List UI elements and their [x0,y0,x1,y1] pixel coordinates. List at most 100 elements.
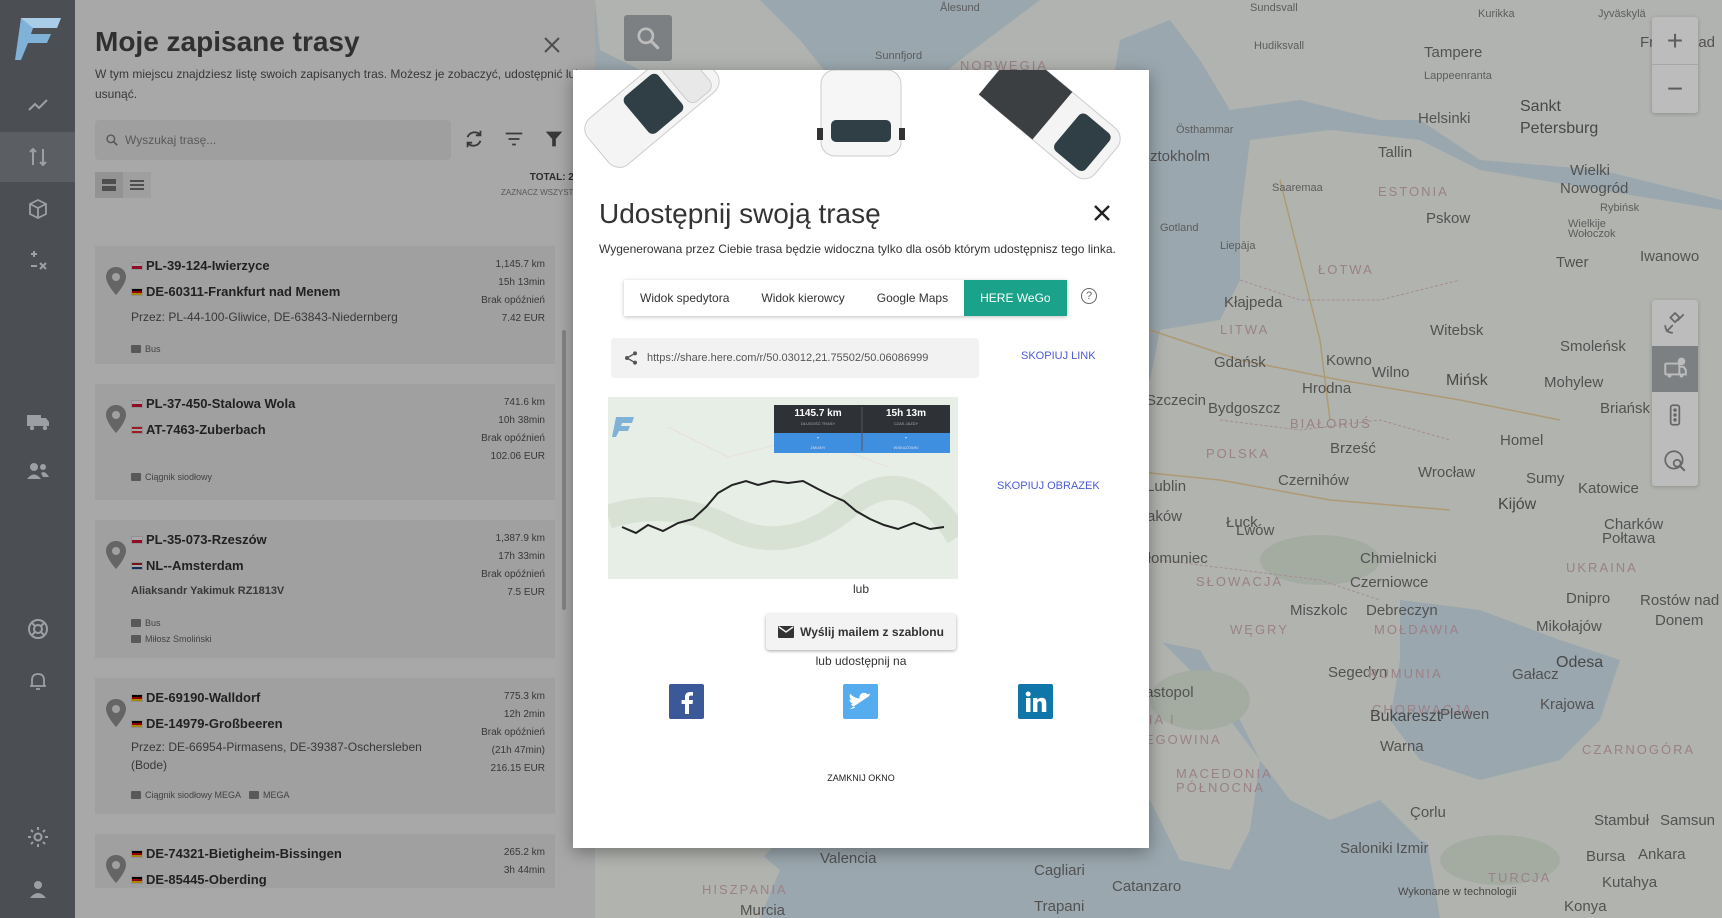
sort-button[interactable] [503,128,525,155]
route-cost: 7.5 EUR [507,587,545,598]
driver-card-icon [131,635,141,643]
filter-button[interactable] [543,128,565,155]
nav-item-cargo[interactable] [0,184,75,234]
copy-link-button[interactable]: SKOPIUJ LINK [1021,350,1096,362]
card-view-button[interactable] [95,172,123,198]
route-card[interactable]: PL-35-073-Rzeszów NL--Amsterdam Aliaksan… [95,520,555,658]
flag-pl-icon [131,399,143,408]
truck-icon [26,415,49,431]
route-icon [28,147,47,167]
truck-icon [131,473,141,481]
truck-icon [131,345,141,353]
route-origin: PL-35-073-Rzeszów [146,532,267,547]
nav-item-profile[interactable] [0,864,75,914]
route-card[interactable]: PL-39-124-Iwierzyce DE-60311-Frankfurt n… [95,246,555,364]
mail-icon [778,626,795,638]
nav-item-analytics[interactable] [0,80,75,130]
twitter-share-button[interactable] [843,684,878,719]
flag-pl-icon [131,535,143,544]
trucks-hero-image [573,70,1149,180]
route-stats: 265.2 km 3h 44min [504,844,545,880]
panel-title: Moje zapisane trasy [95,26,360,57]
preview-distance: 1145.7 km [794,408,842,419]
close-window-button[interactable]: ZAMKNIJ OKNO [573,773,1149,783]
flag-de-icon [131,287,143,296]
card-view-icon [102,179,116,191]
list-view-icon [130,180,144,190]
route-duration: 10h 38min [498,415,545,426]
tab-here-wego[interactable]: HERE WeGo [964,280,1067,316]
location-pin-icon [106,267,126,295]
list-view-button[interactable] [123,172,151,198]
preview-changes-label: ZMIANY [810,445,826,450]
nav-item-notifications[interactable] [0,656,75,706]
user-icon [29,881,46,898]
route-card[interactable]: DE-74321-Bietigheim-Bissingen DE-85445-O… [95,834,555,888]
truck-icon [131,619,141,627]
or-label: lub [852,582,869,596]
flag-at-icon [131,425,143,434]
flag-de-icon [131,693,143,702]
panel-description: W tym miejscu znajdziesz listę swoich za… [95,67,582,101]
route-cost: 7.42 EUR [501,313,545,324]
share-icon [625,351,637,365]
modal-close-button[interactable] [1093,198,1111,229]
route-search-input[interactable] [125,133,405,147]
gear-icon [27,827,48,847]
modal-subtitle: Wygenerowana przez Ciebie trasa będzie w… [599,242,1116,256]
route-delay: Brak opóźnień [481,569,545,580]
vehicle-type: Bus [145,344,161,354]
vehicle-type: Ciągnik siodłowy MEGA [145,790,242,800]
nav-item-routes[interactable] [0,132,75,182]
refresh-button[interactable] [463,128,485,155]
tab-driver-view[interactable]: Widok kierowcy [745,280,861,316]
route-driver-vehicle: Aliaksandr Yakimuk RZ1813V [131,585,285,597]
tab-forwarder-view[interactable]: Widok spedytora [624,280,746,316]
preview-time: 15h 13m [885,408,927,419]
share-link-field[interactable]: https://share.here.com/r/50.03012,21.755… [611,338,979,378]
nav-item-calculator[interactable] [0,236,75,286]
nav-item-drivers[interactable] [0,446,75,496]
route-distance: 1,387.9 km [495,533,545,544]
trend-chart-icon [27,99,48,111]
modal-title: Udostępnij swoją trasę [599,198,881,229]
copy-image-button[interactable]: SKOPIUJ OBRAZEK [997,480,1100,492]
preview-hints-label: WSKAZÓWKI [893,445,919,450]
facebook-share-button[interactable] [669,684,704,719]
nav-item-settings[interactable] [0,812,75,862]
location-pin-icon [106,699,126,727]
preview-distance-label: DŁUGOŚĆ TRASY [800,421,836,426]
route-delay: Brak opóźnień [481,727,545,738]
route-duration: 17h 33min [498,551,545,562]
flag-de-icon [131,875,143,884]
route-cost: 102.06 EUR [490,451,545,462]
close-icon [1094,205,1110,221]
route-stats: 1,145.7 km 15h 13min Brak opóźnień 7.42 … [481,256,545,328]
users-icon [26,463,49,479]
send-email-button[interactable]: Wyślij mailem z szablonu [766,614,956,650]
lifebuoy-icon [27,619,48,639]
route-destination: DE-85445-Oberding [146,872,267,887]
share-link-url: https://share.here.com/r/50.03012,21.755… [647,352,929,364]
nav-item-support[interactable] [0,604,75,654]
routes-scrollbar[interactable] [562,330,566,610]
route-card[interactable]: DE-69190-Walldorf DE-14979-Großbeeren Pr… [95,678,555,814]
route-via: Przez: PL-44-100-Gliwice, DE-63843-Niede… [131,310,398,324]
share-route-modal: Udostępnij swoją trasę Wygenerowana prze… [573,70,1149,848]
sort-icon [505,132,523,146]
route-distance: 741.6 km [503,397,545,408]
route-delay-time: (21h 47min) [491,745,545,756]
nav-item-fleet[interactable] [0,396,75,446]
route-card[interactable]: PL-37-450-Stalowa Wola AT-7463-Zuberbach… [95,384,555,500]
flag-nl-icon [131,561,143,570]
linkedin-share-button[interactable] [1018,684,1053,719]
help-icon[interactable]: ? [1081,288,1097,304]
tab-google-maps[interactable]: Google Maps [860,280,965,316]
route-search-field[interactable] [95,120,451,160]
route-stats: 741.6 km 10h 38min Brak opóźnień 102.06 … [481,394,545,466]
calculator-icon [30,251,47,270]
send-email-label: Wyślij mailem z szablonu [800,625,944,639]
box-icon [28,198,47,220]
or-share-label: lub udostępnij na [815,654,907,668]
panel-close-button[interactable] [543,30,561,61]
